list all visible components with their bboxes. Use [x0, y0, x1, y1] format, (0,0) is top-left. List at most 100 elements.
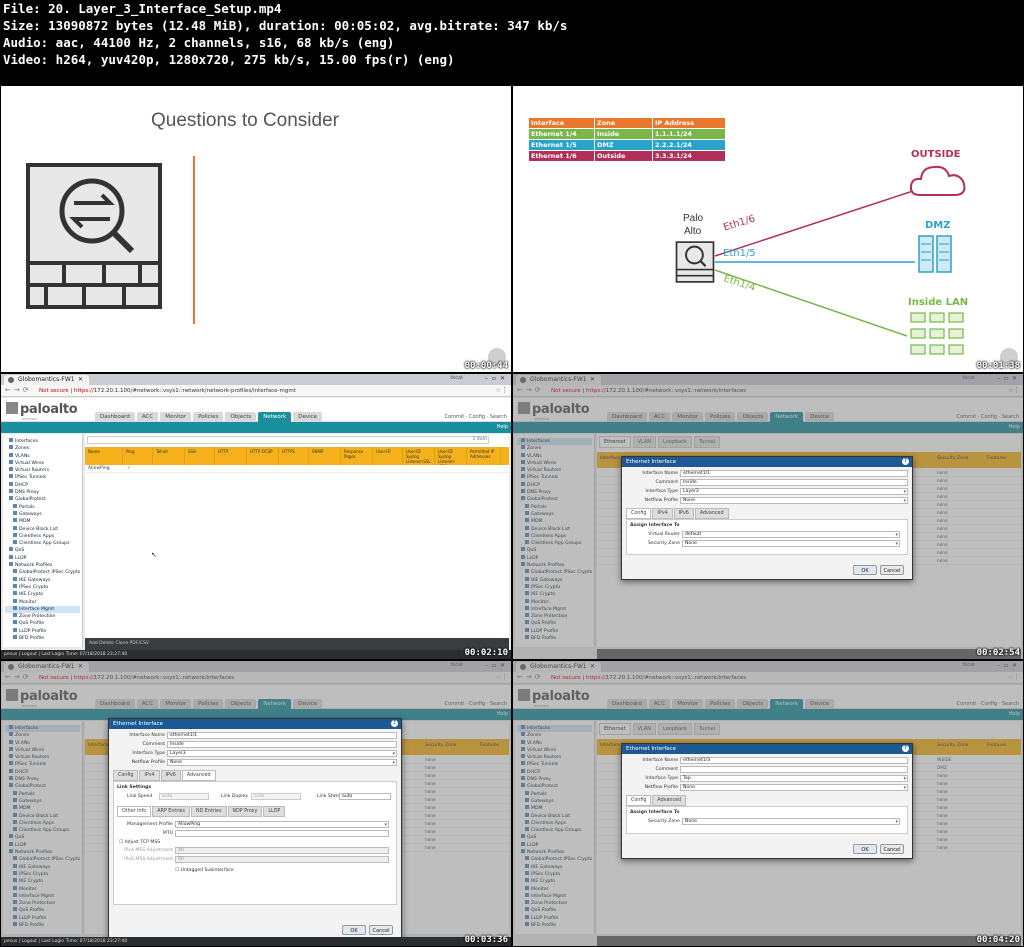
interface-name-field[interactable]: Interface Name ethernet1/1 [109, 731, 401, 740]
sidebar-item[interactable]: VLANs [5, 452, 80, 460]
netflow-profile-select[interactable]: Netflow Profile None [622, 496, 912, 505]
ipv6-mss-field[interactable]: IPv6 MSS Adjustment 60 [117, 855, 393, 864]
commit-button[interactable]: Commit [445, 414, 465, 420]
tab-config[interactable]: Config [626, 508, 652, 519]
netflow-profile-select[interactable]: Netflow Profile None [109, 758, 401, 767]
search-button[interactable]: Search [490, 414, 507, 420]
browser-tab[interactable]: Globomantics-FW1 ✕ [4, 375, 89, 385]
sidebar-item[interactable]: LLDP Profile [5, 627, 80, 635]
timestamp: 00:02:10 [464, 648, 508, 658]
sidebar-item[interactable]: Zones [5, 445, 80, 452]
tab-config[interactable]: Config [113, 770, 139, 781]
tab-advanced[interactable]: Advanced [652, 795, 687, 806]
sidebar-item[interactable]: Interface Mgmt [5, 605, 80, 614]
sidebar-item[interactable]: Device Block List [5, 525, 80, 533]
tab-ipv4[interactable]: IPv4 [139, 770, 160, 781]
sidebar-item[interactable]: Network Profiles [5, 562, 80, 569]
link-duplex-select[interactable]: auto [251, 793, 301, 800]
sidebar-item[interactable]: QoS [5, 547, 80, 554]
ok-button[interactable]: OK [853, 565, 877, 575]
tab-ipv4[interactable]: IPv4 [652, 508, 673, 519]
tab-advanced[interactable]: Advanced [694, 508, 729, 519]
sidebar-item[interactable]: Portals [5, 503, 80, 511]
help-icon[interactable]: ? [391, 720, 398, 727]
tab-advanced[interactable]: Advanced [181, 770, 216, 781]
filter-input[interactable] [87, 436, 489, 444]
cancel-button[interactable]: Cancel [880, 565, 904, 575]
tab-ipv6[interactable]: IPv6 [673, 508, 694, 519]
tab-network[interactable]: Network [258, 412, 292, 422]
sidebar-item[interactable]: IPSec Crypto [5, 583, 80, 591]
netflow-profile-select[interactable]: Netflow Profile None [622, 783, 912, 792]
sidebar-item[interactable]: Virtual Routers [5, 467, 80, 474]
link-speed-select[interactable]: auto [159, 793, 209, 800]
cancel-button[interactable]: Cancel [369, 925, 393, 935]
sidebar-item[interactable]: Clientless Apps [5, 532, 80, 540]
table-actions[interactable]: Add Delete Clone PDF/CSV [85, 638, 509, 650]
ipv4-mss-field[interactable]: IPv4 MSS Adjustment 40 [117, 846, 393, 855]
help-icon[interactable]: ? [902, 458, 909, 465]
sidebar-item[interactable]: DHCP [5, 481, 80, 489]
sidebar-item[interactable]: BFD Profile [5, 635, 80, 642]
link-state-select[interactable]: auto [339, 793, 391, 800]
tab-device[interactable]: Device [293, 412, 323, 422]
cancel-button[interactable]: Cancel [880, 844, 904, 854]
mtu-field[interactable]: MTU [117, 829, 393, 838]
interface-type-select[interactable]: Interface Type Tap [622, 774, 912, 783]
tab-lldp[interactable]: LLDP [263, 806, 286, 817]
tab-objects[interactable]: Objects [225, 412, 257, 422]
window-controls-icon[interactable]: –▫✕ [485, 375, 509, 382]
sidebar-item[interactable]: GlobalProtect [5, 496, 80, 503]
table-actions[interactable] [597, 649, 1021, 659]
tab-monitor[interactable]: Monitor [160, 412, 192, 422]
untagged-subinterface-checkbox[interactable]: ☐ Untagged Subinterface [175, 868, 393, 873]
tab-ipv6[interactable]: IPv6 [160, 770, 181, 781]
tab-other-info[interactable]: Other Info [117, 806, 152, 817]
close-tab-icon[interactable]: ✕ [78, 375, 83, 385]
sidebar-item[interactable]: MDM [5, 518, 80, 525]
ok-button[interactable]: OK [342, 925, 366, 935]
sidebar-item[interactable]: Gateways [5, 510, 80, 518]
sidebar-item[interactable]: DNS Proxy [5, 489, 80, 496]
sidebar-item[interactable]: IPSec Tunnels [5, 474, 80, 481]
table-actions[interactable] [597, 936, 1021, 946]
help-icon[interactable]: ? [902, 745, 909, 752]
interface-type-select[interactable]: Interface Type Layer3 [622, 487, 912, 496]
ok-button[interactable]: OK [853, 844, 877, 854]
sidebar-item[interactable]: Zone Protection [5, 613, 80, 620]
tab-arp[interactable]: ARP Entries [152, 806, 190, 817]
nav-arrows-icon[interactable]: ←→⟳ [5, 386, 32, 394]
sidebar-item[interactable]: IKE Gateways [5, 576, 80, 584]
comment-field[interactable]: Comment Inside [109, 740, 401, 749]
interface-type-select[interactable]: Interface Type Layer3 [109, 749, 401, 758]
comment-field[interactable]: Comment Inside [622, 478, 912, 487]
sidebar-item[interactable]: Virtual Wires [5, 459, 80, 467]
address-bar[interactable]: ←→⟳ Not secure | https://172.20.1.100/#ne… [1, 385, 511, 397]
sidebar-item[interactable]: IKE Crypto [5, 591, 80, 598]
tab-acc[interactable]: ACC [136, 412, 159, 422]
virtual-router-select[interactable]: Virtual Router default [630, 530, 904, 539]
adjust-tcp-checkbox[interactable]: ☐ Adjust TCP MSS [119, 840, 393, 845]
sidebar-item[interactable]: Clientless App Groups [5, 540, 80, 547]
table-row[interactable]: AllowPing ✓ [85, 465, 509, 473]
comment-field[interactable]: Comment [622, 765, 912, 774]
menu-icon[interactable]: ⋮ [501, 386, 508, 394]
sidebar-item[interactable]: LLDP [5, 554, 80, 562]
interface-name-field[interactable]: Interface Name ethernet1/1 [622, 469, 912, 478]
sidebar-item[interactable]: Monitor [5, 598, 80, 606]
tab-policies[interactable]: Policies [193, 412, 224, 422]
interface-name-field[interactable]: Interface Name ethernet1/3 [622, 756, 912, 765]
config-button[interactable]: Config [469, 414, 485, 420]
sidebar-item[interactable]: Interfaces [5, 438, 80, 445]
security-zone-select[interactable]: Security Zone None [630, 539, 904, 548]
tab-nd[interactable]: ND Entries [190, 806, 227, 817]
sidebar-item[interactable]: GlobalProtect IPSec Crypto [5, 569, 80, 576]
tab-ndp-proxy[interactable]: NDP Proxy [227, 806, 263, 817]
help-button[interactable]: Help [497, 424, 508, 430]
tab-config[interactable]: Config [626, 795, 652, 806]
management-profile-select[interactable]: Management Profile AllowPing [117, 820, 393, 829]
sidebar-item[interactable]: QoS Profile [5, 620, 80, 627]
tab-dashboard[interactable]: Dashboard [95, 412, 135, 422]
palo-label: Palo [683, 213, 704, 224]
security-zone-select[interactable]: Security Zone None [630, 817, 904, 826]
